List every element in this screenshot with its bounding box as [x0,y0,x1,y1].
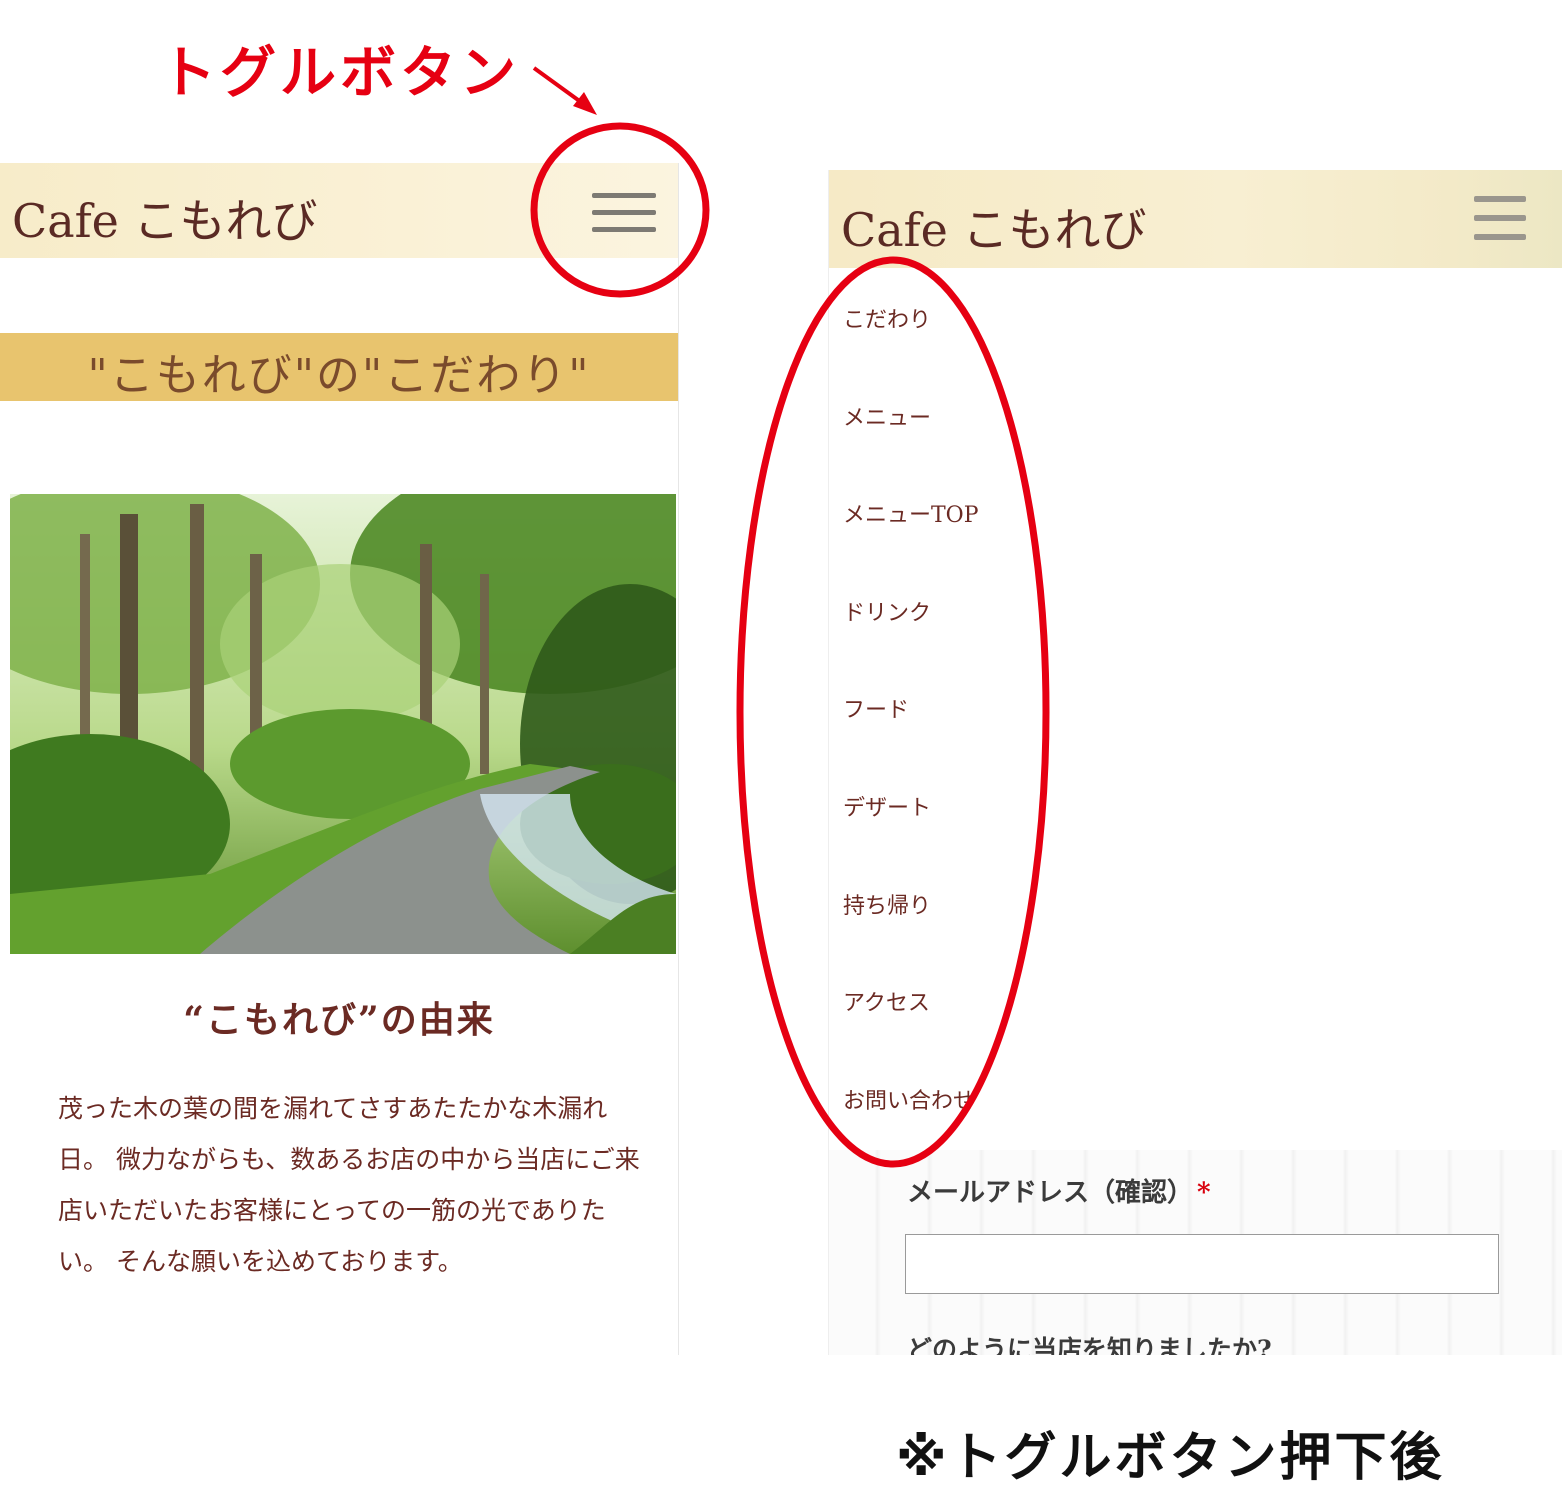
site-title-after[interactable]: Cafe こもれび [841,194,1147,260]
email-confirm-label: メールアドレス（確認） * [907,1172,1211,1209]
menu-toggle-button[interactable] [592,193,656,233]
nav-item-kodawari[interactable]: こだわり [843,302,979,400]
email-confirm-label-text: メールアドレス（確認） [907,1178,1194,1208]
forest-path-image [10,494,676,954]
section-title: "こもれび"の"こだわり" [87,350,591,401]
nav-item-food[interactable]: フード [843,692,979,790]
nav-item-menu[interactable]: メニュー [843,400,979,498]
menu-toggle-button-after[interactable] [1474,196,1526,240]
annotation-after-label: ※トグルボタン押下後 [896,1428,1445,1488]
annotation-arrow-head [573,92,597,115]
hamburger-bar [1474,234,1526,240]
expanded-nav-menu: こだわり メニュー メニューTOP ドリンク フード デザート 持ち帰り アクセ… [843,302,979,1180]
hamburger-bar [592,193,656,198]
screen-before: Cafe こもれび "こもれび"の"こだわり" “こもれび”の由来 茂った木の葉… [0,163,679,1355]
hamburger-bar [1474,215,1526,221]
nav-item-access[interactable]: アクセス [843,985,979,1083]
origin-paragraph: 茂った木の葉の間を漏れてさすあたたかな木漏れ日。 微力ながらも、数あるお店の中か… [58,1094,640,1276]
required-mark: * [1197,1178,1211,1208]
contact-form: メールアドレス（確認） * どのように当店を知りましたか? [829,1150,1562,1355]
hamburger-bar [592,227,656,232]
origin-heading: “こもれび”の由来 [183,999,495,1041]
site-title[interactable]: Cafe こもれび [12,185,318,251]
site-header-after: Cafe こもれび [829,170,1562,268]
nav-item-menu-top[interactable]: メニューTOP [843,497,979,595]
nav-item-takeout[interactable]: 持ち帰り [843,888,979,986]
annotation-toggle-label: トグルボタン [160,41,520,106]
nav-item-dessert[interactable]: デザート [843,790,979,888]
nav-item-drink[interactable]: ドリンク [843,595,979,693]
annotation-arrow-line [532,66,587,107]
how-did-you-know-label: どのように当店を知りましたか? [907,1335,1272,1355]
screen-after: Cafe こもれび こだわり メニュー メニューTOP ドリンク フード デザー… [828,170,1562,1355]
section-heading-band: "こもれび"の"こだわり" [0,333,678,401]
hamburger-bar [1474,196,1526,202]
email-confirm-field[interactable] [905,1234,1499,1294]
hamburger-bar [592,210,656,215]
site-header: Cafe こもれび [0,163,678,258]
